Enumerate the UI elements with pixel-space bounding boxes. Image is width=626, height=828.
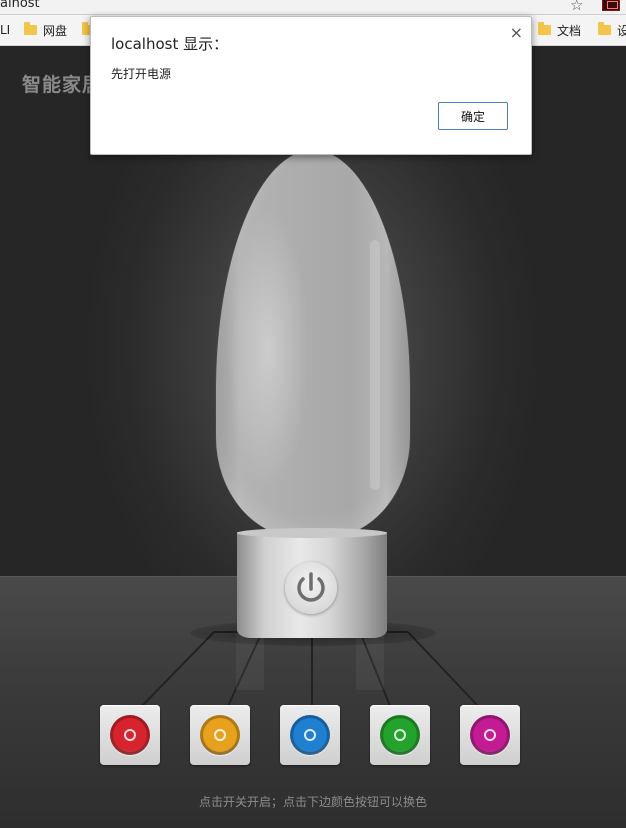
bookmark-label: 网盘 <box>43 23 68 38</box>
color-button-magenta[interactable] <box>460 705 520 765</box>
extension-icon[interactable] <box>602 0 620 11</box>
color-swatch <box>290 715 330 755</box>
bookmark-label: LI <box>0 23 11 37</box>
color-swatch <box>470 715 510 755</box>
folder-icon <box>598 22 611 35</box>
color-swatch <box>380 715 420 755</box>
bookmark-item[interactable]: 网盘 <box>24 22 67 38</box>
color-button-green[interactable] <box>370 705 430 765</box>
color-swatch <box>200 715 240 755</box>
bookmark-item[interactable]: 文档 <box>538 22 581 38</box>
dialog-title: localhost 显示： <box>111 35 229 53</box>
color-button-red[interactable] <box>100 705 160 765</box>
color-swatch <box>110 715 150 755</box>
usage-hint: 点击开关开启；点击下边颜色按钮可以换色 <box>198 795 427 809</box>
bookmark-star-icon[interactable]: ☆ <box>570 0 583 14</box>
folder-icon <box>24 22 37 35</box>
power-button[interactable] <box>285 562 337 614</box>
address-bar[interactable]: alhost ☆ <box>0 0 626 15</box>
dialog-message: 先打开电源 <box>111 67 172 81</box>
bulb-base-rim <box>237 528 387 538</box>
folder-icon <box>538 22 551 35</box>
color-button-orange[interactable] <box>190 705 250 765</box>
power-icon <box>297 572 325 602</box>
bookmark-item[interactable]: LI <box>0 22 10 38</box>
color-button-blue[interactable] <box>280 705 340 765</box>
bookmark-label: 文档 <box>557 23 582 38</box>
bookmark-item[interactable]: 设 <box>598 22 626 38</box>
bookmark-label: 设 <box>617 23 626 38</box>
ok-button[interactable]: 确定 <box>438 102 508 130</box>
close-icon[interactable]: × <box>510 23 523 42</box>
page-content: 智能家居 点击开关开启；点击下边颜色按钮可以换色 <box>0 46 626 828</box>
url-text[interactable]: alhost <box>0 0 40 11</box>
alert-dialog: localhost 显示： × 先打开电源 确定 <box>90 16 532 155</box>
